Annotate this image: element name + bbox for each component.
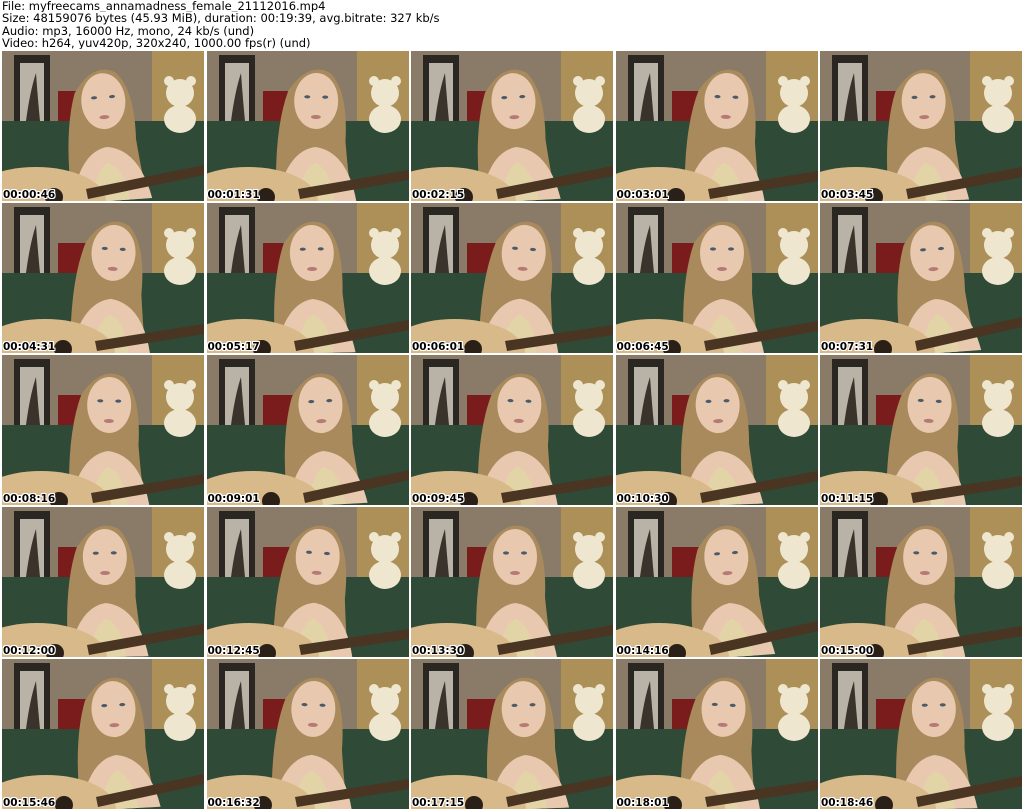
thumbnail-timestamp: 00:13:30 <box>412 645 465 657</box>
thumbnail-timestamp: 00:10:30 <box>616 493 669 505</box>
thumbnail-timestamp: 00:09:45 <box>412 493 465 505</box>
thumbnail-frame-image <box>206 507 409 657</box>
thumbnail-grid: 00:00:46 00:01:31 00:02:15 00:03:01 00:03:45… <box>2 51 1023 810</box>
thumbnail-frame-image <box>411 659 613 809</box>
thumbnail-frame-image <box>820 659 1022 809</box>
video-thumbnail: 00:06:01 <box>411 203 613 353</box>
thumbnail-frame-image <box>2 355 204 505</box>
thumbnail-timestamp: 00:14:16 <box>616 645 669 657</box>
video-thumbnail: 00:07:31 <box>820 203 1022 353</box>
thumbnail-frame-image <box>2 659 204 809</box>
thumbnail-frame-image <box>615 507 818 657</box>
video-thumbnail: 00:17:15 <box>411 659 613 809</box>
thumbnail-frame-image <box>411 507 613 657</box>
video-thumbnail: 00:15:46 <box>2 659 204 809</box>
video-thumbnail: 00:16:32 <box>206 659 409 809</box>
video-thumbnail: 00:00:46 <box>2 51 204 201</box>
video-thumbnail: 00:02:15 <box>411 51 613 201</box>
thumbnail-frame-image <box>820 355 1022 505</box>
thumbnail-frame-image <box>206 659 409 809</box>
thumbnail-timestamp: 00:04:31 <box>3 341 56 353</box>
file-name-line: File: myfreecams_annamadness_female_2111… <box>2 0 326 13</box>
thumbnail-frame-image <box>2 51 204 201</box>
thumbnail-frame-image <box>820 507 1022 657</box>
video-thumbnail: 00:13:30 <box>411 507 613 657</box>
video-thumbnail: 00:12:00 <box>2 507 204 657</box>
video-thumbnail: 00:01:31 <box>206 51 409 201</box>
thumbnail-timestamp: 00:18:46 <box>821 797 874 809</box>
video-thumbnail: 00:04:31 <box>2 203 204 353</box>
thumbnail-timestamp: 00:03:45 <box>821 189 874 201</box>
thumbnail-frame-image <box>2 507 204 657</box>
thumbnail-timestamp: 00:15:46 <box>3 797 56 809</box>
video-info-line: Video: h264, yuv420p, 320x240, 1000.00 f… <box>2 36 311 50</box>
thumbnail-frame-image <box>411 203 613 353</box>
thumbnail-frame-image <box>820 51 1022 201</box>
thumbnail-timestamp: 00:08:16 <box>3 493 56 505</box>
video-thumbnail: 00:15:00 <box>820 507 1022 657</box>
thumbnail-timestamp: 00:12:45 <box>207 645 260 657</box>
thumbnail-frame-image <box>615 355 818 505</box>
video-thumbnail: 00:12:45 <box>206 507 409 657</box>
audio-info-line: Audio: mp3, 16000 Hz, mono, 24 kb/s (und… <box>2 24 255 37</box>
thumbnail-timestamp: 00:06:45 <box>616 341 669 353</box>
thumbnail-timestamp: 00:12:00 <box>3 645 56 657</box>
thumbnail-frame-image <box>206 355 409 505</box>
thumbnail-frame-image <box>615 203 818 353</box>
video-thumbnail: 00:09:01 <box>206 355 409 505</box>
thumbnail-timestamp: 00:15:00 <box>821 645 874 657</box>
thumbnail-timestamp: 00:05:17 <box>207 341 260 353</box>
thumbnail-timestamp: 00:07:31 <box>821 341 874 353</box>
thumbnail-timestamp: 00:03:01 <box>616 189 669 201</box>
thumbnail-timestamp: 00:17:15 <box>412 797 465 809</box>
thumbnail-frame-image <box>206 51 409 201</box>
thumbnail-frame-image <box>2 203 204 353</box>
thumbnail-frame-image <box>411 51 613 201</box>
thumbnail-frame-image <box>615 51 818 201</box>
video-thumbnail: 00:06:45 <box>615 203 818 353</box>
video-thumbnail: 00:03:45 <box>820 51 1022 201</box>
thumbnail-frame-image <box>411 355 613 505</box>
thumbnail-timestamp: 00:00:46 <box>3 189 56 201</box>
thumbnail-frame-image <box>206 203 409 353</box>
video-thumbnail: 00:18:46 <box>820 659 1022 809</box>
thumbnail-timestamp: 00:09:01 <box>207 493 260 505</box>
thumbnail-timestamp: 00:11:15 <box>821 493 874 505</box>
video-thumbnail: 00:09:45 <box>411 355 613 505</box>
thumbnail-timestamp: 00:16:32 <box>207 797 260 809</box>
video-thumbnail: 00:11:15 <box>820 355 1022 505</box>
video-thumbnail: 00:14:16 <box>615 507 818 657</box>
video-thumbnail: 00:05:17 <box>206 203 409 353</box>
video-thumbnail: 00:18:01 <box>615 659 818 809</box>
thumbnail-frame-image <box>820 203 1022 353</box>
thumbnail-frame-image <box>615 659 818 809</box>
file-info-header: File: myfreecams_annamadness_female_2111… <box>2 0 1022 50</box>
thumbnail-timestamp: 00:01:31 <box>207 189 260 201</box>
video-thumbnail: 00:03:01 <box>615 51 818 201</box>
thumbnail-timestamp: 00:02:15 <box>412 189 465 201</box>
file-size-line: Size: 48159076 bytes (45.93 MiB), durati… <box>2 12 440 25</box>
thumbnail-timestamp: 00:06:01 <box>412 341 465 353</box>
video-thumbnail: 00:08:16 <box>2 355 204 505</box>
thumbnail-timestamp: 00:18:01 <box>616 797 669 809</box>
video-thumbnail: 00:10:30 <box>615 355 818 505</box>
